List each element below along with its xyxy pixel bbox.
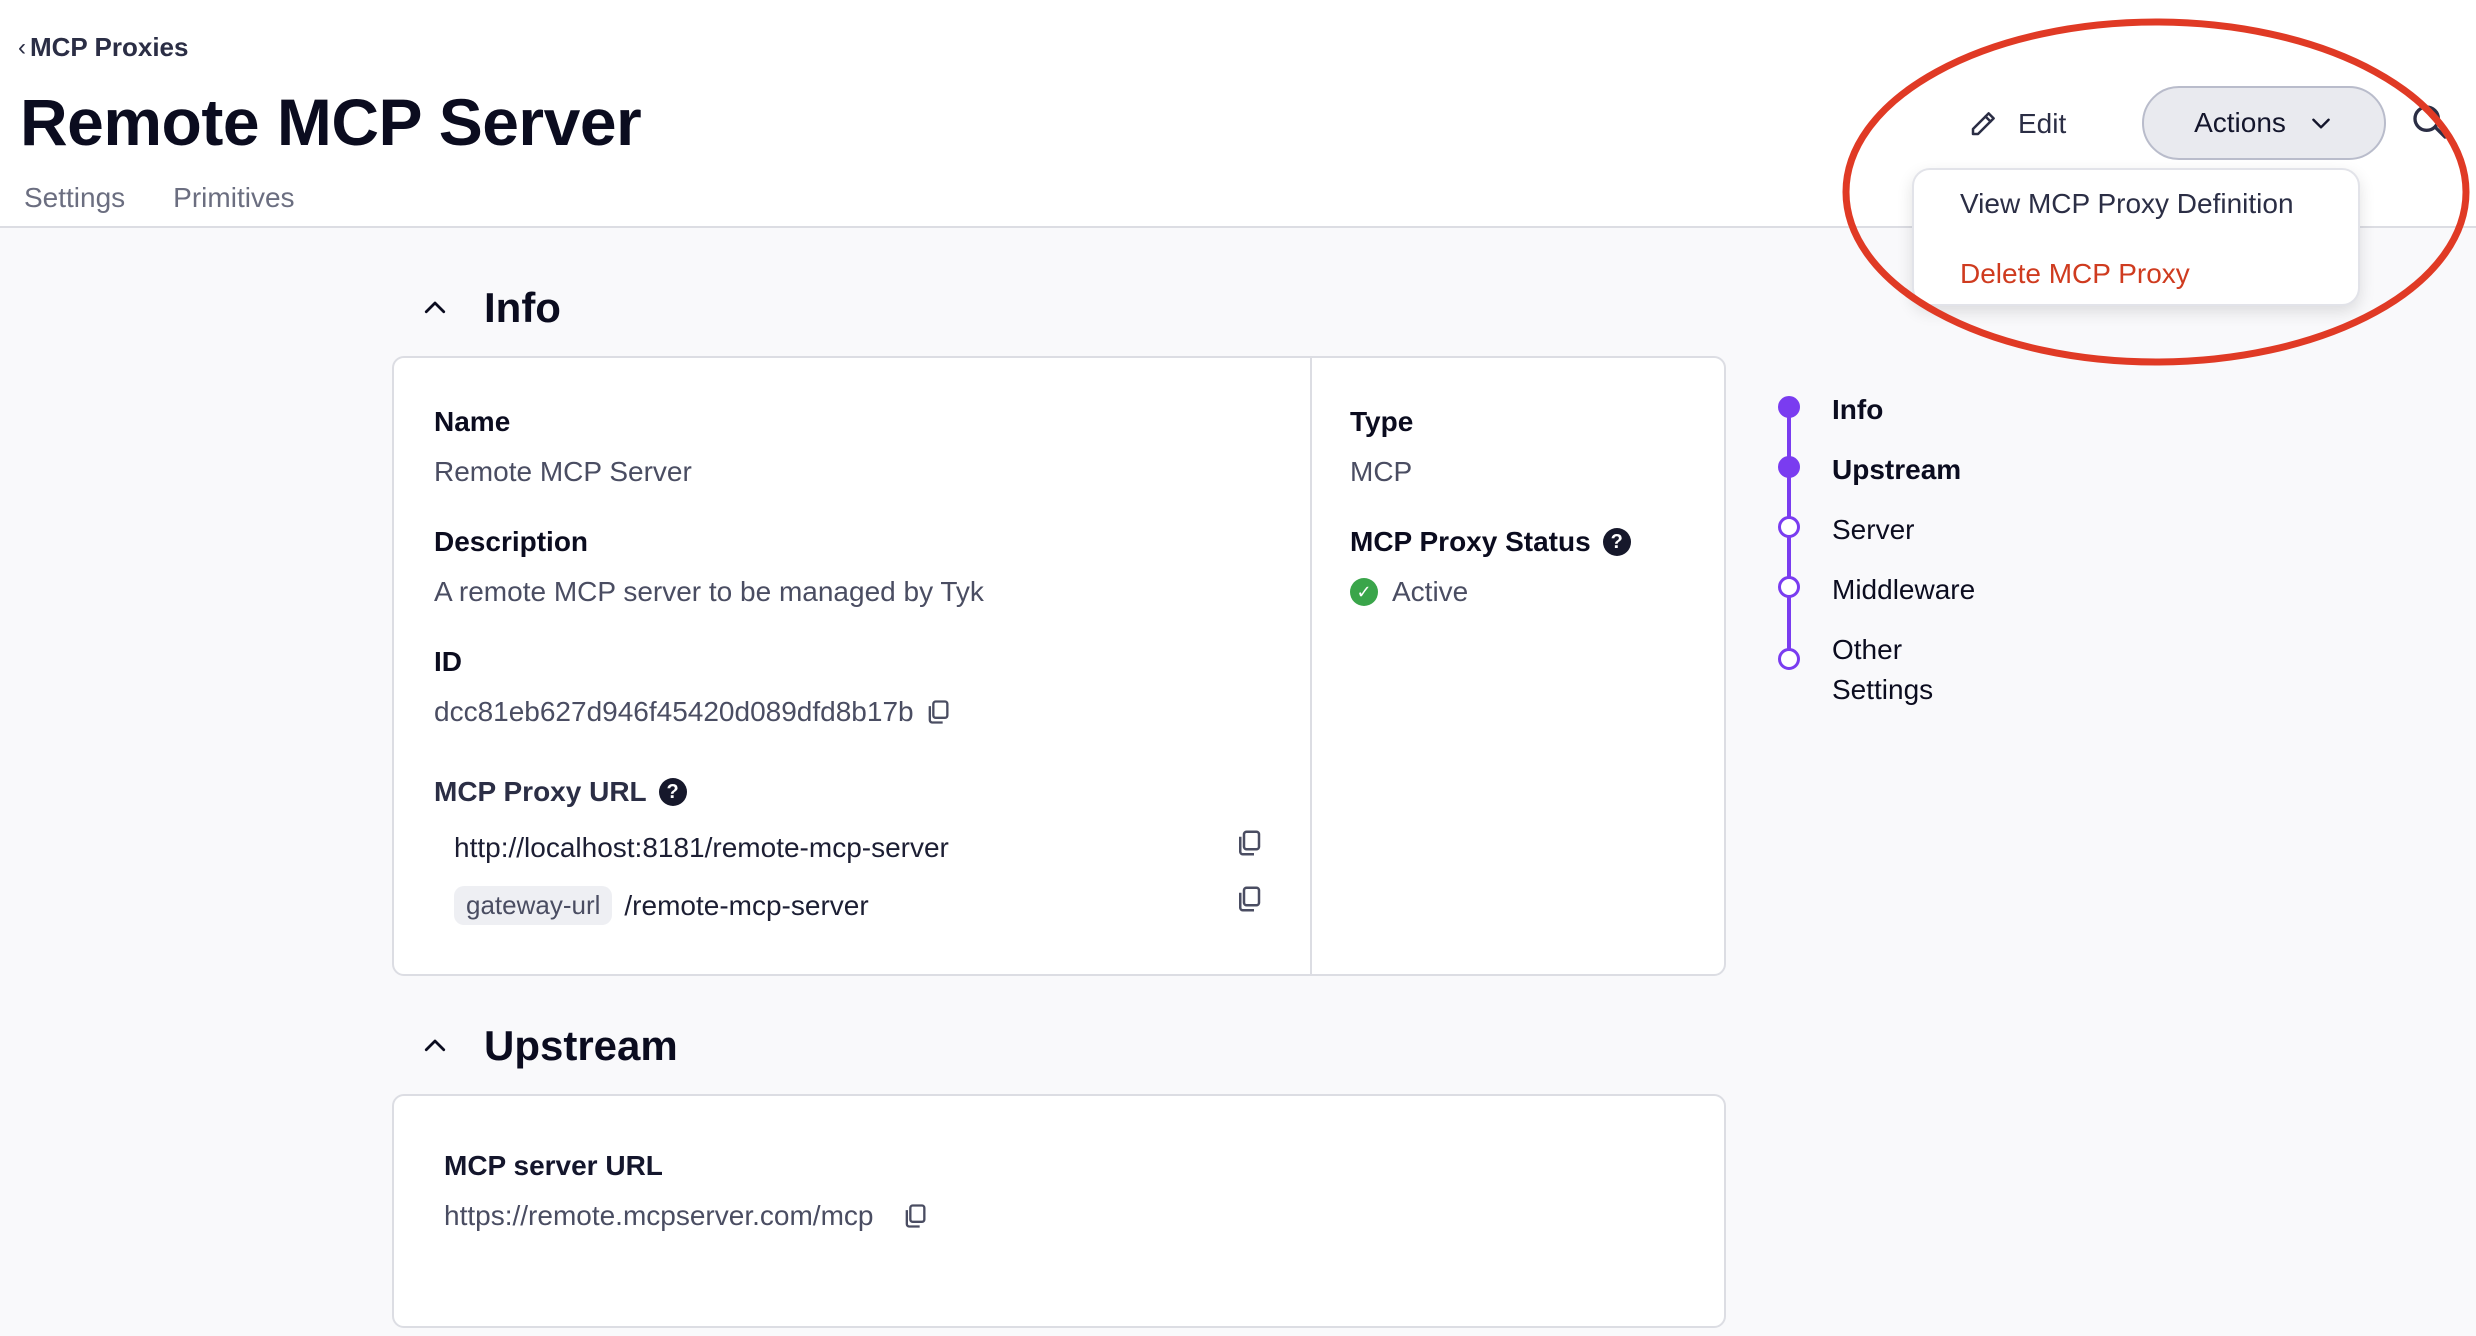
tab-settings[interactable]: Settings	[24, 182, 125, 214]
edit-button[interactable]: Edit	[1968, 100, 2066, 148]
nav-label-server: Server	[1832, 514, 1915, 545]
actions-label: Actions	[2194, 107, 2286, 138]
status-label-text: MCP Proxy Status	[1350, 526, 1591, 557]
nav-dot-hollow	[1778, 516, 1800, 538]
nav-dot-filled	[1778, 396, 1800, 418]
copy-icon[interactable]	[1234, 828, 1264, 858]
nav-dot-hollow	[1778, 576, 1800, 598]
menu-item-delete-proxy[interactable]: Delete MCP Proxy	[1960, 258, 2190, 290]
description-label: Description	[434, 526, 589, 557]
page-title: Remote MCP Server	[20, 85, 642, 159]
status-label: MCP Proxy Status ?	[1350, 526, 1631, 558]
help-icon[interactable]: ?	[1602, 528, 1631, 556]
nav-dot-filled	[1778, 456, 1800, 478]
id-value: dcc81eb627d946f45420d089dfd8b17b	[434, 696, 952, 728]
help-icon[interactable]: ?	[658, 778, 687, 806]
chevron-down-icon	[2312, 118, 2330, 129]
chevron-left-icon: ‹	[18, 33, 26, 61]
description-value: A remote MCP server to be managed by Tyk	[434, 576, 984, 607]
server-url-label: MCP server URL	[444, 1150, 663, 1181]
status-text: Active	[1392, 576, 1469, 607]
nav-item-info[interactable]: Info	[1778, 390, 2002, 430]
check-circle-icon: ✓	[1350, 578, 1378, 606]
proxy-url-full: http://localhost:8181/remote-mcp-server	[454, 832, 949, 863]
card-divider	[1310, 358, 1312, 974]
chevron-up-icon	[424, 1039, 446, 1052]
id-label: ID	[434, 646, 462, 677]
nav-label-middleware: Middleware	[1832, 574, 1976, 605]
status-value: ✓ Active	[1350, 576, 1468, 608]
nav-label-other-settings: Other Settings	[1832, 634, 1934, 705]
nav-item-middleware[interactable]: Middleware	[1778, 570, 2002, 610]
server-url-text: https://remote.mcpserver.com/mcp	[444, 1200, 874, 1231]
section-title-upstream: Upstream	[484, 1022, 678, 1069]
menu-item-view-definition[interactable]: View MCP Proxy Definition	[1960, 188, 2294, 220]
proxy-url-path: /remote-mcp-server	[624, 889, 869, 921]
info-card: Name Remote MCP Server Description A rem…	[392, 356, 1726, 976]
name-value: Remote MCP Server	[434, 456, 692, 487]
copy-icon[interactable]	[1234, 884, 1264, 914]
breadcrumb[interactable]: ‹ MCP Proxies	[18, 32, 188, 63]
nav-label-info: Info	[1832, 394, 1884, 425]
tab-bar: Settings Primitives	[24, 182, 295, 214]
proxy-url-label-text: MCP Proxy URL	[434, 776, 647, 807]
nav-label-upstream: Upstream	[1832, 454, 1962, 485]
proxy-url-template: gateway-url /remote-mcp-server	[454, 886, 869, 925]
proxy-url-label: MCP Proxy URL ?	[434, 776, 687, 808]
breadcrumb-label[interactable]: MCP Proxies	[30, 32, 188, 63]
actions-dropdown-menu: View MCP Proxy Definition Delete MCP Pro…	[1912, 168, 2360, 306]
type-label: Type	[1350, 406, 1414, 437]
pencil-icon	[1971, 112, 1995, 136]
type-value: MCP	[1350, 456, 1413, 487]
copy-icon[interactable]	[924, 698, 952, 726]
section-header-upstream[interactable]: Upstream	[420, 1022, 678, 1070]
nav-item-server[interactable]: Server	[1778, 510, 2002, 550]
nav-item-other-settings[interactable]: Other Settings	[1778, 630, 1962, 710]
search-icon[interactable]	[2410, 102, 2450, 142]
section-title-info: Info	[484, 284, 561, 331]
copy-icon[interactable]	[901, 1202, 929, 1230]
nav-dot-hollow	[1778, 648, 1800, 670]
nav-item-upstream[interactable]: Upstream	[1778, 450, 2002, 490]
name-label: Name	[434, 406, 511, 437]
upstream-card: MCP server URL https://remote.mcpserver.…	[392, 1094, 1726, 1328]
edit-label: Edit	[2018, 108, 2067, 139]
server-url-value: https://remote.mcpserver.com/mcp	[444, 1200, 929, 1232]
id-text: dcc81eb627d946f45420d089dfd8b17b	[434, 696, 914, 727]
anchor-nav: Info Upstream Server Middleware Other Se…	[1778, 390, 2078, 705]
gateway-url-chip: gateway-url	[454, 886, 613, 925]
tab-primitives[interactable]: Primitives	[173, 182, 294, 214]
section-header-info[interactable]: Info	[420, 284, 561, 332]
actions-button[interactable]: Actions	[2142, 86, 2386, 160]
chevron-up-icon	[424, 301, 446, 314]
